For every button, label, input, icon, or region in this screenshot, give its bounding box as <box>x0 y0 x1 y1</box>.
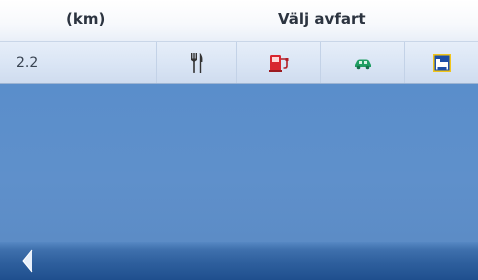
back-arrow-icon <box>22 249 33 273</box>
bottom-toolbar <box>0 242 478 280</box>
poi-cell-fuel <box>236 42 320 83</box>
fuel-icon <box>268 54 288 72</box>
poi-cell-hotel <box>404 42 478 83</box>
page-title: Välj avfart <box>278 10 366 28</box>
exit-selection-screen: (km) Välj avfart 2.2 <box>0 0 478 280</box>
restaurant-icon <box>190 52 202 73</box>
exit-list-empty-area <box>0 84 478 242</box>
car-service-icon <box>354 59 371 69</box>
poi-cell-car-service <box>320 42 404 83</box>
distance-unit-label: (km) <box>66 10 106 28</box>
exit-distance: 2.2 <box>16 54 39 71</box>
exit-row[interactable]: 2.2 <box>0 42 478 84</box>
back-button[interactable] <box>0 242 56 280</box>
list-header: (km) Välj avfart <box>0 0 478 42</box>
hotel-icon <box>432 53 451 72</box>
poi-cell-restaurant <box>156 42 236 83</box>
